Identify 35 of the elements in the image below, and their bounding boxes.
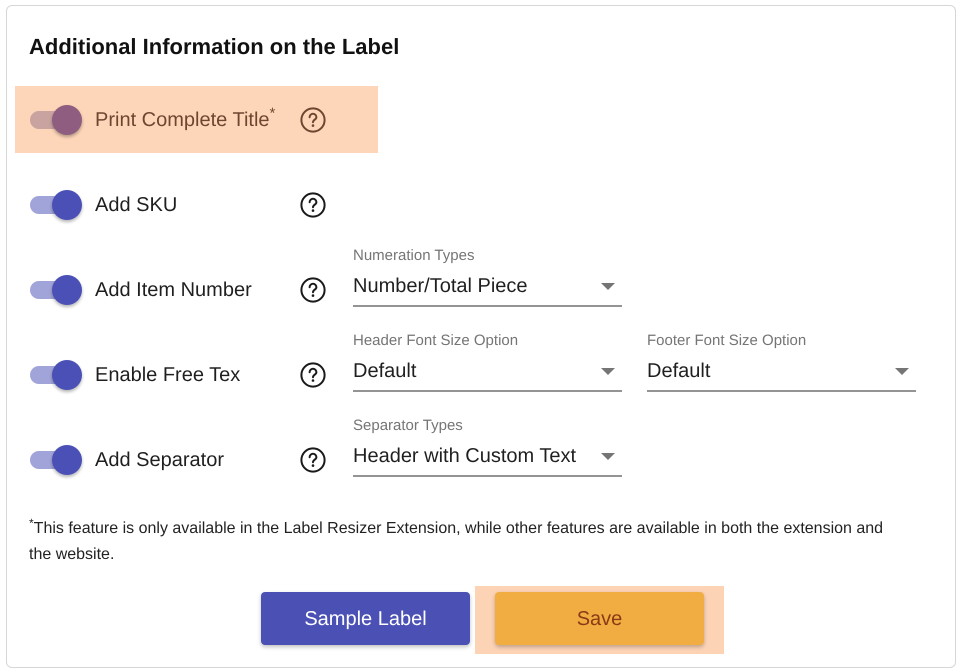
toggle-switch[interactable] <box>30 360 82 390</box>
help-icon[interactable] <box>300 106 326 132</box>
select-field[interactable]: Separator Types Header with Custom Text <box>353 417 622 477</box>
option-label: Add Separator <box>95 448 224 472</box>
action-button[interactable]: Sample Label <box>261 592 470 645</box>
field-label: Footer Font Size Option <box>647 332 808 350</box>
select-value: Header with Custom Text <box>353 444 578 469</box>
caret-icon <box>601 452 615 460</box>
help-icon[interactable] <box>300 446 326 472</box>
caret-icon <box>895 368 909 374</box>
toggle-switch[interactable] <box>30 104 82 134</box>
option-label: Add SKU <box>95 192 178 218</box>
toggle-switch[interactable] <box>30 444 82 474</box>
select-value: Default <box>353 359 418 384</box>
select-field[interactable]: Numeration Types Number/Total Piece <box>353 247 622 307</box>
caret-icon <box>601 282 615 290</box>
caret-icon <box>601 368 615 374</box>
help-icon[interactable] <box>300 192 326 218</box>
field-label: Header Font Size Option <box>353 332 520 350</box>
help-icon[interactable] <box>300 362 326 388</box>
select-field[interactable]: Footer Font Size Option Default <box>647 332 916 392</box>
select-value: Default <box>647 359 712 384</box>
card-title: Additional Information on the Label <box>29 33 400 61</box>
field-label: Numeration Types <box>353 247 476 265</box>
toggle-switch[interactable] <box>30 190 82 220</box>
option-label: Add Item Number <box>95 278 252 302</box>
help-icon[interactable] <box>300 276 326 302</box>
select-field[interactable]: Header Font Size Option Default <box>353 332 622 392</box>
select-value: Number/Total Piece <box>353 274 529 299</box>
action-button[interactable]: Save <box>495 592 704 645</box>
footnote-text: $^{*}$This feature is only available in the Label Resizer Extension, while other features are available in both the extension and the website. <box>29 516 884 565</box>
option-label: Print Complete Title$^{*}$ <box>95 106 276 132</box>
field-label: Separator Types <box>353 417 464 435</box>
option-label: Enable Free Tex <box>95 362 240 388</box>
toggle-switch[interactable] <box>30 274 82 304</box>
